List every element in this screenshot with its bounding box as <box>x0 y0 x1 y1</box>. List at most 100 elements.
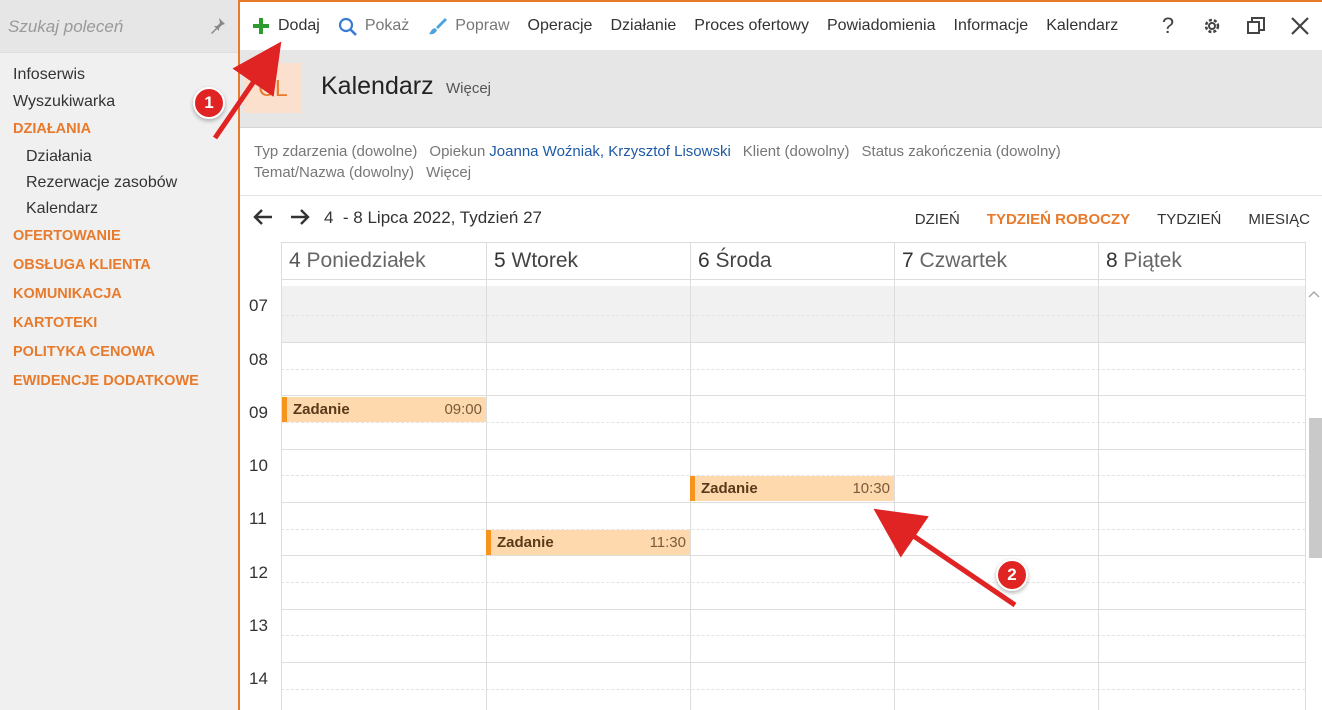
hour-line <box>281 555 1305 556</box>
day-number: 8 <box>1106 249 1118 272</box>
operations-menu[interactable]: Operacje <box>519 2 602 50</box>
day-header[interactable]: 5 Wtorek <box>486 242 690 280</box>
header-more-link[interactable]: Więcej <box>446 80 491 97</box>
help-icon[interactable]: ? <box>1146 2 1190 50</box>
sidebar-category-dzialania[interactable]: DZIAŁANIA <box>0 115 238 144</box>
day-name: Wtorek <box>511 249 579 272</box>
notifications-menu-label: Powiadomienia <box>826 17 936 34</box>
half-hour-line <box>281 315 1305 316</box>
day-column-line <box>281 280 282 710</box>
action-menu[interactable]: Działanie <box>601 2 685 50</box>
search-icon <box>338 17 357 36</box>
half-hour-line <box>281 582 1305 583</box>
filter-row-1: Typ zdarzenia (dowolne) Opiekun Joanna Woź… <box>254 143 1073 160</box>
show-button[interactable]: Pokaż <box>329 2 418 50</box>
hour-label: 13 <box>249 616 268 635</box>
close-icon[interactable] <box>1278 2 1322 50</box>
hour-label: 08 <box>249 350 268 369</box>
calendar-menu-label: Kalendarz <box>1046 17 1119 34</box>
day-header[interactable]: 7 Czwartek <box>894 242 1098 280</box>
half-hour-line <box>281 689 1305 690</box>
day-name: Środa <box>715 249 772 272</box>
sidebar-category-ofertowanie[interactable]: OFERTOWANIE <box>0 222 238 251</box>
day-header[interactable]: 4 Poniedziałek <box>281 242 486 280</box>
calendar-event[interactable]: Zadanie 11:30 <box>486 530 690 555</box>
pin-icon[interactable] <box>210 17 226 35</box>
view-week[interactable]: TYDZIEŃ <box>1157 211 1221 228</box>
gear-icon[interactable] <box>1190 2 1234 50</box>
view-work-week[interactable]: TYDZIEŃ ROBOCZY <box>987 211 1130 228</box>
sidebar-item-dzialania[interactable]: Działania <box>0 144 238 170</box>
hour-line <box>281 395 1305 396</box>
sidebar-category-komunikacja[interactable]: KOMUNIKACJA <box>0 280 238 309</box>
view-month[interactable]: MIESIĄC <box>1248 211 1310 228</box>
calendar-event[interactable]: Zadanie 10:30 <box>690 476 894 501</box>
day-header[interactable]: 8 Piątek <box>1098 242 1306 280</box>
hour-label: 14 <box>249 669 268 688</box>
brush-icon <box>429 18 448 35</box>
date-navigation: 4 - 8 Lipca 2022, Tydzień 27 DZIEŃ TYDZI… <box>240 196 1322 242</box>
filter-subject[interactable]: Temat/Nazwa (dowolny) <box>254 164 414 181</box>
view-day[interactable]: DZIEŃ <box>915 211 960 228</box>
sidebar-item-kalendarz[interactable]: Kalendarz <box>0 196 238 222</box>
edit-button[interactable]: Popraw <box>418 2 518 50</box>
event-title: Zadanie <box>701 480 758 497</box>
next-arrow-icon[interactable] <box>289 206 311 234</box>
view-switcher: DZIEŃ TYDZIEŃ ROBOCZY TYDZIEŃ MIESIĄC <box>888 211 1310 228</box>
event-title: Zadanie <box>497 534 554 551</box>
sidebar-item-infoserwis[interactable]: Infoserwis <box>0 61 238 88</box>
calendar-menu[interactable]: Kalendarz <box>1037 2 1127 50</box>
hour-line <box>281 609 1305 610</box>
event-time: 09:00 <box>444 401 482 418</box>
hour-line <box>281 662 1305 663</box>
hour-label: 07 <box>249 296 268 315</box>
filter-event-type[interactable]: Typ zdarzenia (dowolne) <box>254 143 417 160</box>
page-title: Kalendarz <box>321 72 434 100</box>
day-name: Poniedziałek <box>306 249 426 272</box>
restore-window-icon[interactable] <box>1234 2 1278 50</box>
day-number: 4 <box>289 249 301 272</box>
day-header[interactable]: 6 Środa <box>690 242 894 280</box>
filter-status[interactable]: Status zakończenia (dowolny) <box>862 143 1061 160</box>
calendar-event[interactable]: Zadanie 09:00 <box>282 397 486 422</box>
prev-arrow-icon[interactable] <box>252 206 274 234</box>
filter-guardian-value[interactable]: Joanna Woźniak, Krzysztof Lisowski <box>489 143 731 160</box>
hour-line <box>281 449 1305 450</box>
hour-label: 10 <box>249 456 268 475</box>
module-badge: CL <box>244 63 302 113</box>
info-menu[interactable]: Informacje <box>945 2 1038 50</box>
callout-marker-1: 1 <box>193 87 225 119</box>
day-column-line <box>1098 280 1099 710</box>
edit-button-label: Popraw <box>455 17 510 34</box>
notifications-menu[interactable]: Powiadomienia <box>818 2 945 50</box>
scrollbar-thumb[interactable] <box>1309 418 1322 558</box>
half-hour-line <box>281 635 1305 636</box>
off-hours-row <box>281 286 1305 342</box>
toolbar: Dodaj Pokaż Popraw Operacje Działanie Pr… <box>240 0 1322 50</box>
filter-client[interactable]: Klient (dowolny) <box>743 143 850 160</box>
command-search-input[interactable] <box>6 10 200 44</box>
hour-label: 09 <box>249 403 268 422</box>
filter-more-link[interactable]: Więcej <box>426 164 471 181</box>
day-column-line <box>486 280 487 710</box>
page-header: CL Kalendarz Więcej <box>240 50 1322 128</box>
day-number: 6 <box>698 249 710 272</box>
sidebar-category-obsluga-klienta[interactable]: OBSŁUGA KLIENTA <box>0 251 238 280</box>
vertical-scrollbar[interactable] <box>1306 280 1322 710</box>
sidebar-item-rezerwacje[interactable]: Rezerwacje zasobów <box>0 170 238 196</box>
plus-icon <box>253 18 269 34</box>
callout-marker-2: 2 <box>996 559 1028 591</box>
hour-line <box>281 342 1305 343</box>
sidebar-category-ewidencje[interactable]: EWIDENCJE DODATKOWE <box>0 367 238 396</box>
filter-guardian-label[interactable]: Opiekun <box>429 143 485 160</box>
operations-menu-label: Operacje <box>527 17 593 34</box>
hour-label: 11 <box>249 509 267 528</box>
calendar-grid: 4 Poniedziałek 5 Wtorek 6 Środa 7 Czwart… <box>240 242 1322 710</box>
action-menu-label: Działanie <box>610 17 677 34</box>
window-controls: ? <box>1146 2 1322 50</box>
sidebar-category-kartoteki[interactable]: KARTOTEKI <box>0 309 238 338</box>
offer-process-menu[interactable]: Proces ofertowy <box>685 2 818 50</box>
sidebar-category-polityka-cenowa[interactable]: POLITYKA CENOWA <box>0 338 238 367</box>
add-button[interactable]: Dodaj <box>240 2 329 50</box>
chevron-up-icon[interactable] <box>1308 286 1320 301</box>
